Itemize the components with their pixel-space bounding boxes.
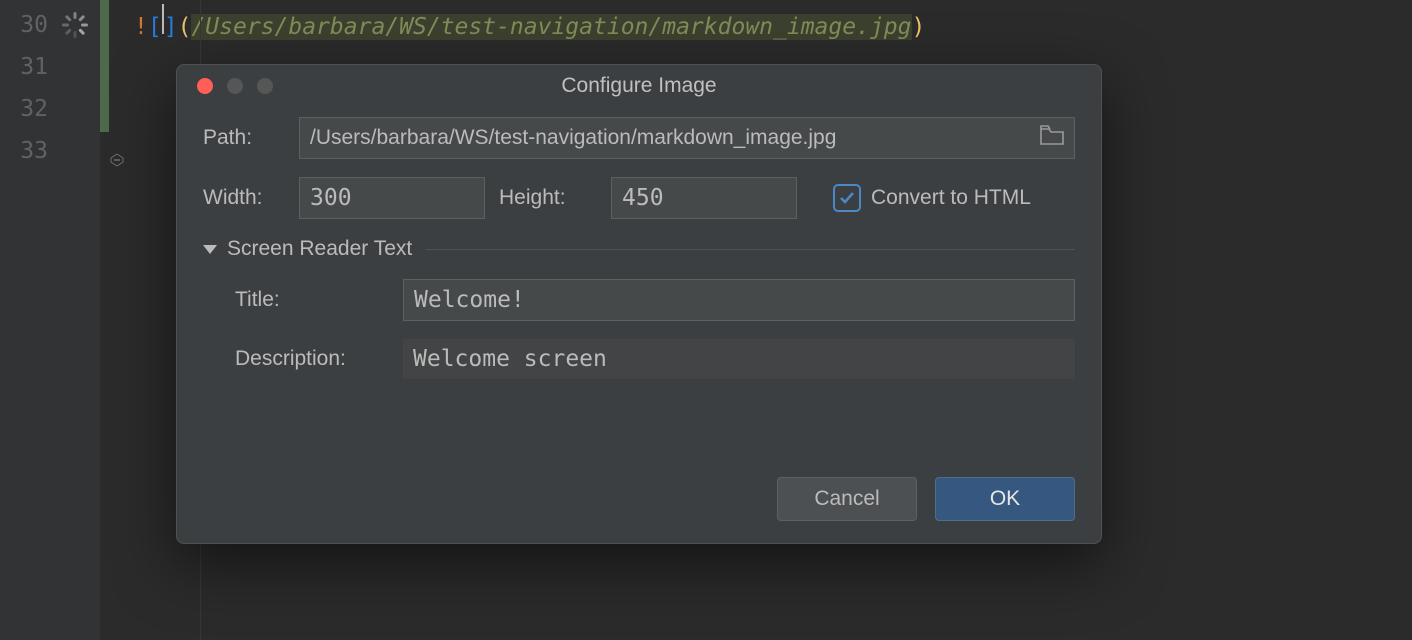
size-row: Width: Height: Convert to HTML	[203, 177, 1075, 219]
dialog-title: Configure Image	[561, 74, 716, 98]
paren-close: )	[912, 14, 926, 40]
path-row: Path: /Users/barbara/WS/test-navigation/…	[203, 117, 1075, 159]
minimize-icon[interactable]	[227, 78, 243, 94]
path-field[interactable]: /Users/barbara/WS/test-navigation/markdo…	[299, 117, 1075, 159]
spinner-icon	[62, 12, 88, 38]
ok-label: OK	[990, 487, 1020, 511]
ok-button[interactable]: OK	[935, 477, 1075, 521]
markdown-path: /Users/barbara/WS/test-navigation/markdo…	[191, 14, 911, 40]
configure-image-dialog: Configure Image Path: /Users/barbara/WS/…	[176, 64, 1102, 544]
description-row: Description: Welcome screen	[235, 339, 1075, 379]
convert-label: Convert to HTML	[871, 186, 1031, 210]
folder-icon[interactable]	[1040, 125, 1064, 151]
chevron-down-icon	[203, 245, 217, 254]
markdown-bang: !	[134, 14, 148, 40]
height-input[interactable]	[611, 177, 797, 219]
window-controls	[197, 78, 273, 94]
width-label: Width:	[203, 186, 299, 210]
bracket-close: ]	[164, 14, 178, 40]
line-number: 32	[0, 88, 100, 130]
description-label: Description:	[235, 347, 403, 371]
close-icon[interactable]	[197, 78, 213, 94]
title-row: Title:	[235, 279, 1075, 321]
gutter: 30 31 32 33	[0, 0, 100, 640]
line-number: 31	[0, 46, 100, 88]
paren-open: (	[178, 14, 192, 40]
screen-reader-body: Title: Description: Welcome screen	[203, 279, 1075, 379]
code-line[interactable]: ![](/Users/barbara/WS/test-navigation/ma…	[134, 4, 1412, 46]
title-input[interactable]	[403, 279, 1075, 321]
width-input[interactable]	[299, 177, 485, 219]
height-label: Height:	[499, 186, 611, 210]
title-label: Title:	[235, 288, 403, 312]
line-number: 33	[0, 130, 100, 172]
bracket-open: [	[148, 14, 162, 40]
line-number: 30	[0, 4, 100, 46]
screen-reader-section[interactable]: Screen Reader Text	[203, 237, 1075, 261]
divider	[426, 249, 1075, 250]
zoom-icon[interactable]	[257, 78, 273, 94]
cancel-button[interactable]: Cancel	[777, 477, 917, 521]
convert-checkbox[interactable]	[833, 184, 861, 212]
description-input[interactable]: Welcome screen	[403, 339, 1075, 379]
dialog-buttons: Cancel OK	[777, 477, 1075, 521]
path-value: /Users/barbara/WS/test-navigation/markdo…	[310, 126, 1032, 150]
description-value: Welcome screen	[413, 346, 607, 372]
section-label: Screen Reader Text	[227, 237, 412, 261]
dialog-titlebar[interactable]: Configure Image	[177, 65, 1101, 107]
dialog-body: Path: /Users/barbara/WS/test-navigation/…	[177, 107, 1101, 379]
cancel-label: Cancel	[814, 487, 879, 511]
path-label: Path:	[203, 126, 299, 150]
